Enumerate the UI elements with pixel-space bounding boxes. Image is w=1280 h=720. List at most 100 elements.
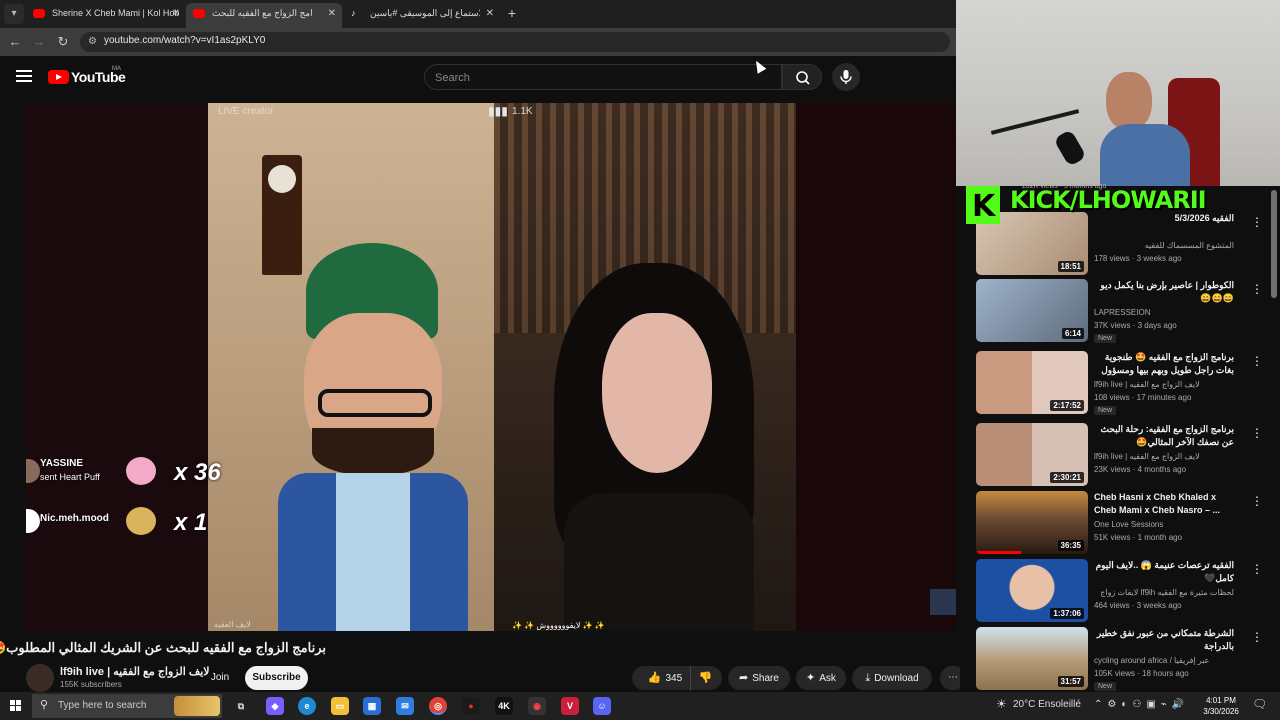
- weather-text[interactable]: 20°C Ensoleillé: [1013, 699, 1081, 710]
- video-thumbnail[interactable]: 36:35: [976, 491, 1088, 554]
- channel-name[interactable]: LAPRESSEION: [1094, 308, 1234, 317]
- share-button[interactable]: ➦ Share: [728, 666, 790, 690]
- channel-name[interactable]: One Love Sessions: [1094, 520, 1234, 529]
- video-title[interactable]: الفقيه ترعصات عنيمة 😱 ..لايف اليوم كامل🖤: [1094, 559, 1234, 585]
- kick-overlay: KICK/LHOWARII: [966, 186, 1226, 226]
- video-title[interactable]: الكوطوار | عاصير بإرض بنا يكمل ديو 😄😄😄: [1094, 279, 1234, 305]
- reload-icon[interactable]: ↻: [54, 33, 72, 51]
- coin-gift-icon: [126, 507, 156, 535]
- sidebar-scrollbar[interactable]: [1271, 190, 1277, 298]
- task-view-icon[interactable]: ⧉: [232, 697, 250, 715]
- video-meta: 37K views · 3 days ago: [1094, 321, 1177, 330]
- tab-sherine[interactable]: Sherine X Cheb Mami | Kol Hob ✕: [26, 3, 186, 28]
- system-tray-icons[interactable]: ⌃⚙◐⚇▣⌁🔊: [1094, 699, 1189, 710]
- video-title[interactable]: Cheb Hasni x Cheb Khaled x Cheb Mami x C…: [1094, 491, 1234, 517]
- new-badge: New: [1094, 406, 1117, 415]
- video-player[interactable]: LIVE creator ▮▮▮ 1.1K YASSINE sent Heart…: [26, 103, 956, 631]
- forward-arrow-icon[interactable]: →: [30, 33, 48, 51]
- subscribe-button[interactable]: Subscribe: [245, 666, 308, 690]
- copilot-icon[interactable]: ◆: [266, 697, 284, 715]
- channel-name[interactable]: لحظات مثيرة مع الفقيه lf9ih لايفات زواج: [1094, 588, 1234, 597]
- close-icon[interactable]: ✕: [486, 3, 494, 24]
- menu-icon[interactable]: [16, 70, 32, 83]
- notification-icon[interactable]: 🗨: [1252, 697, 1267, 711]
- tab-current-video[interactable]: برنامج الزواج مع الفقيه للبحث ✕: [186, 3, 342, 28]
- video-title[interactable]: برنامج الزواج مع الفقيه 🤩 طنجوية بغات را…: [1094, 351, 1234, 378]
- new-tab-button[interactable]: +: [504, 4, 520, 22]
- duration-badge: 18:51: [1057, 261, 1084, 272]
- like-button[interactable]: 👍 345: [640, 666, 690, 691]
- heart-gift-icon: [126, 457, 156, 485]
- host-person: [278, 223, 468, 631]
- more-vert-icon[interactable]: ⋮: [1250, 353, 1264, 369]
- list-item[interactable]: 6:14 الكوطوار | عاصير بإرض بنا يكمل ديو …: [976, 279, 1270, 345]
- more-vert-icon[interactable]: ⋮: [1250, 493, 1264, 509]
- taskbar-clock[interactable]: 4:01 PM 3/30/2026: [1200, 695, 1242, 717]
- app-v-icon[interactable]: V: [561, 697, 579, 715]
- mail-icon[interactable]: ✉: [396, 697, 414, 715]
- capcut-icon[interactable]: 4K: [495, 697, 513, 715]
- channel-name[interactable]: lf9ih live | لايف الزواج مع الفقيه: [1094, 380, 1234, 389]
- list-item[interactable]: 2:30:21 برنامج الزواج مع الفقيه: رحلة ال…: [976, 423, 1270, 489]
- channel-name[interactable]: lf9ih live | لايف الزواج مع الفقيه: [60, 665, 210, 678]
- back-arrow-icon[interactable]: ←: [6, 33, 24, 51]
- video-thumbnail[interactable]: 31:57: [976, 627, 1088, 690]
- recommendations-sidebar: 18:51 الفقيه 5/3/2026 المتشوع المسسماك ل…: [960, 186, 1280, 720]
- gift-user: Nic.meh.mood: [40, 513, 109, 524]
- edge-icon[interactable]: e: [298, 697, 316, 715]
- thumbs-down-icon: 👎: [698, 672, 713, 684]
- video-title[interactable]: برنامج الزواج مع الفقيه: رحلة البحث عن ن…: [1094, 423, 1234, 449]
- tab-label: Sherine X Cheb Mami | Kol Hob: [52, 8, 180, 18]
- file-explorer-icon[interactable]: ▭: [331, 697, 349, 715]
- voice-search-button[interactable]: [832, 63, 860, 91]
- gift-user: YASSINE: [40, 458, 83, 469]
- video-thumbnail[interactable]: 1:37:06: [976, 559, 1088, 622]
- join-button[interactable]: Join: [202, 666, 238, 690]
- viewer-count: 1.1K: [512, 106, 533, 117]
- store-icon[interactable]: ▦: [363, 697, 381, 715]
- channel-name[interactable]: cycling around africa / عبر إفريقيا: [1094, 656, 1234, 665]
- search-input[interactable]: [435, 70, 755, 86]
- tab-tiktok[interactable]: ♪ الاستماع إلى الموسيقى #ياسين... ✕: [344, 3, 500, 28]
- ask-label: Ask: [819, 673, 836, 684]
- omnibox[interactable]: ⚙ youtube.com/watch?v=vI1as2pKLY0: [80, 32, 950, 52]
- dislike-button[interactable]: 👎: [690, 666, 720, 691]
- list-item[interactable]: 31:57 الشرطة متمكاني من عبور نفق خطير با…: [976, 627, 1270, 693]
- more-vert-icon[interactable]: ⋮: [1250, 214, 1264, 230]
- windows-taskbar: ⚲ Type here to search ⧉ ◆ e ▭ ▦ ✉ ◎ ● 4K…: [0, 692, 1280, 720]
- channel-avatar[interactable]: [26, 664, 54, 692]
- obs-icon[interactable]: ●: [462, 697, 480, 715]
- close-icon[interactable]: ✕: [328, 3, 336, 24]
- windows-start-icon[interactable]: [10, 700, 22, 712]
- list-item[interactable]: 1:37:06 الفقيه ترعصات عنيمة 😱 ..لايف الي…: [976, 559, 1270, 625]
- download-button[interactable]: ⤓ Download: [852, 666, 932, 690]
- chrome-icon[interactable]: ◎: [429, 697, 447, 715]
- video-thumbnail[interactable]: 6:14: [976, 279, 1088, 342]
- list-item[interactable]: 36:35 Cheb Hasni x Cheb Khaled x Cheb Ma…: [976, 491, 1270, 557]
- creator-mini-avatar[interactable]: [930, 589, 956, 615]
- search-button[interactable]: [782, 64, 822, 90]
- site-info-icon[interactable]: ⚙: [88, 36, 100, 48]
- more-vert-icon[interactable]: ⋮: [1250, 281, 1264, 297]
- more-vert-icon[interactable]: ⋮: [1250, 561, 1264, 577]
- taskbar-search[interactable]: ⚲ Type here to search: [32, 694, 222, 718]
- list-item[interactable]: 2:17:52 برنامج الزواج مع الفقيه 🤩 طنجوية…: [976, 351, 1270, 417]
- video-thumbnail[interactable]: 2:17:52: [976, 351, 1088, 414]
- weather-icon: ☀: [996, 697, 1007, 711]
- discord-icon[interactable]: ☺: [593, 697, 611, 715]
- tiktok-icon: ♪: [351, 8, 356, 18]
- more-vert-icon[interactable]: ⋮: [1250, 629, 1264, 645]
- recorder-icon[interactable]: ◉: [528, 697, 546, 715]
- video-title[interactable]: الشرطة متمكاني من عبور نفق خطير بالدراجة: [1094, 627, 1234, 653]
- taskbar-search-placeholder: Type here to search: [58, 700, 147, 711]
- search-box[interactable]: [424, 64, 782, 90]
- channel-name[interactable]: المتشوع المسسماك للفقيه: [1094, 241, 1234, 250]
- channel-name[interactable]: lf9ih live | لايف الزواج مع الفقيه: [1094, 452, 1234, 461]
- download-label: Download: [874, 673, 919, 684]
- tab-list-button[interactable]: ▾: [4, 4, 24, 24]
- url-text[interactable]: youtube.com/watch?v=vI1as2pKLY0: [104, 35, 265, 46]
- ask-button[interactable]: ✦ Ask: [796, 666, 846, 690]
- close-icon[interactable]: ✕: [172, 3, 180, 24]
- more-vert-icon[interactable]: ⋮: [1250, 425, 1264, 441]
- video-thumbnail[interactable]: 2:30:21: [976, 423, 1088, 486]
